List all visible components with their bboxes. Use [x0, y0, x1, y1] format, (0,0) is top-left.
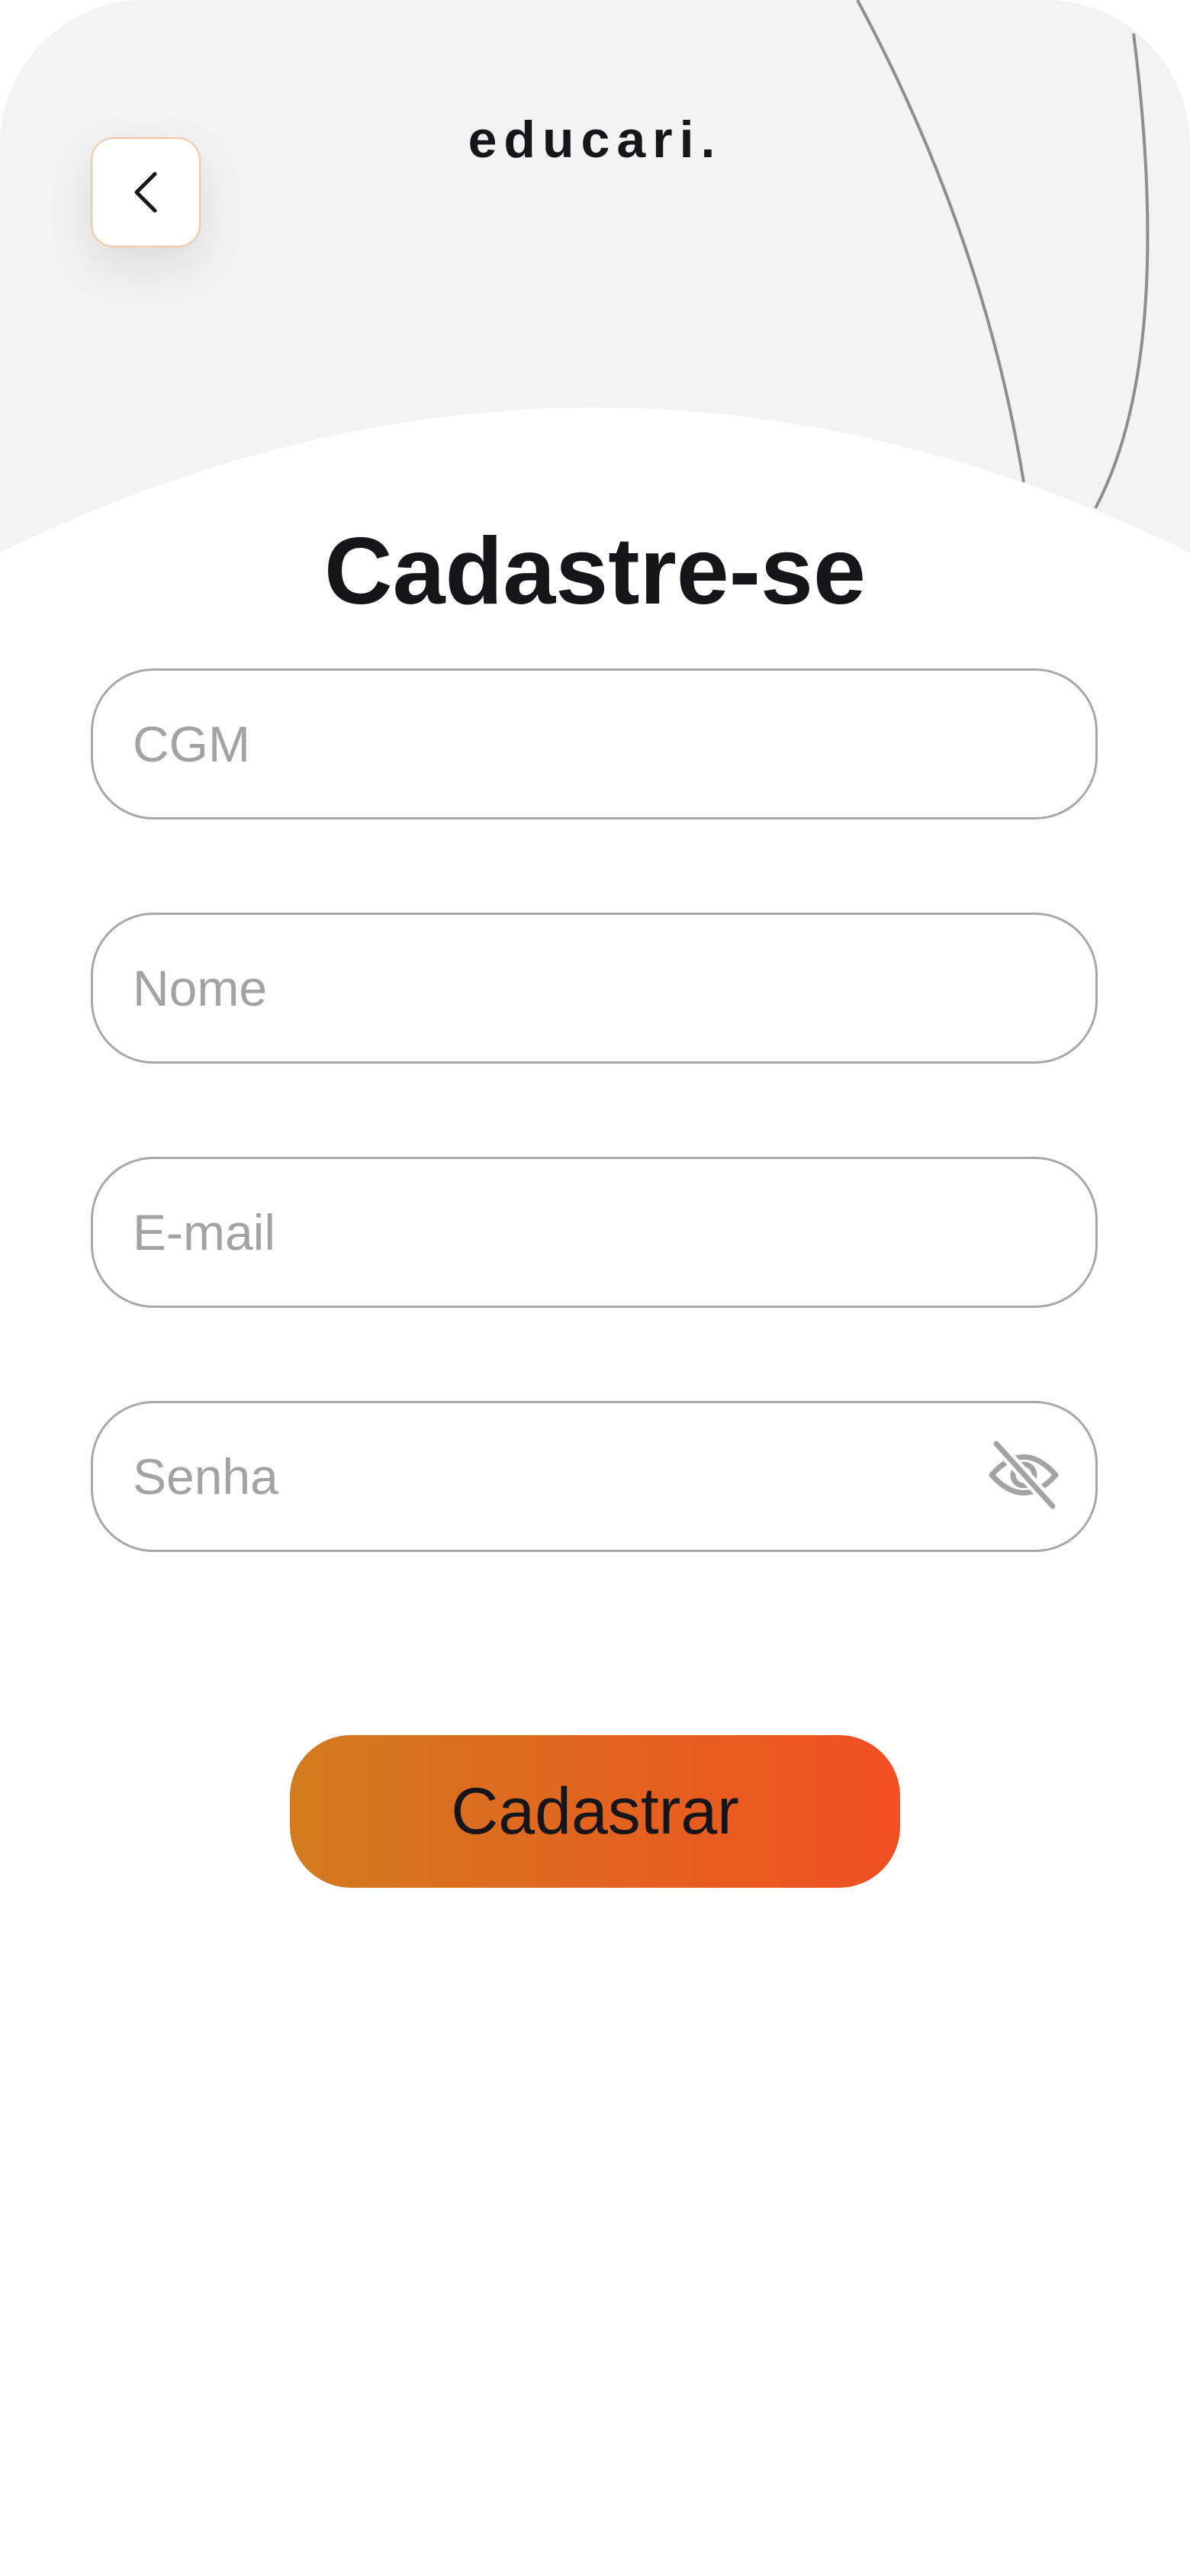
header-background — [0, 0, 1190, 552]
cgm-field — [91, 668, 1098, 819]
back-button[interactable] — [91, 137, 201, 247]
cgm-input[interactable] — [133, 671, 1010, 817]
eye-off-icon — [987, 1439, 1060, 1513]
password-input[interactable] — [133, 1403, 1010, 1550]
password-visibility-toggle[interactable] — [986, 1439, 1062, 1513]
name-input[interactable] — [133, 915, 1010, 1061]
name-field — [91, 913, 1098, 1064]
chevron-left-icon — [129, 169, 162, 215]
page-title: Cadastre-se — [324, 519, 866, 625]
email-input[interactable] — [133, 1159, 1010, 1306]
register-button[interactable]: Cadastrar — [290, 1735, 900, 1888]
email-field — [91, 1157, 1098, 1308]
signup-screen: educari. Cadastre-se CGM Nome E-mail Cad… — [0, 0, 1190, 2576]
password-field — [91, 1401, 1098, 1552]
